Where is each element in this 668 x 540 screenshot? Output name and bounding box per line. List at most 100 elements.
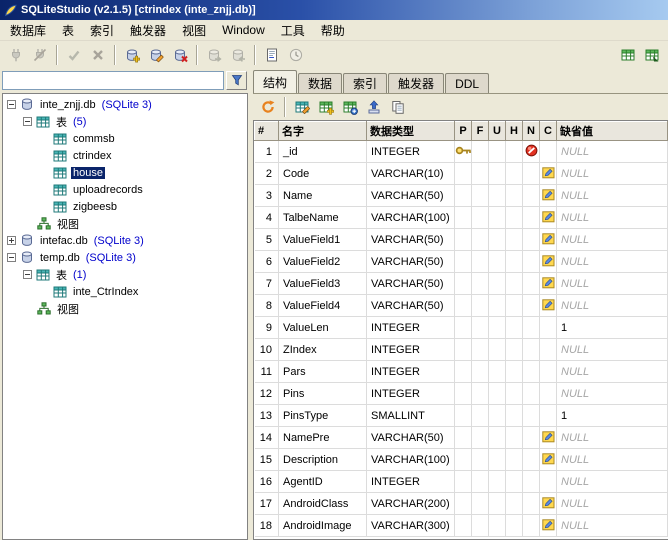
notnull-cell[interactable] <box>523 405 540 427</box>
menu-item-0[interactable]: 数据库 <box>2 19 54 42</box>
unique-cell[interactable] <box>489 383 506 405</box>
pk-cell[interactable] <box>455 405 472 427</box>
default-value-cell[interactable]: NULL <box>557 273 668 295</box>
tree-item-inte-ctrindex[interactable]: inte_CtrIndex <box>3 283 247 300</box>
column-name-cell[interactable]: Code <box>279 163 367 185</box>
check-cell[interactable] <box>506 339 523 361</box>
notnull-cell[interactable] <box>523 163 540 185</box>
tree-filter-input[interactable] <box>2 71 224 90</box>
pk-cell[interactable] <box>455 471 472 493</box>
check-cell[interactable] <box>506 427 523 449</box>
fk-cell[interactable] <box>472 317 489 339</box>
expand-icon[interactable] <box>7 236 16 245</box>
fk-cell[interactable] <box>472 449 489 471</box>
check-cell[interactable] <box>506 185 523 207</box>
tab-structure[interactable]: 结构 <box>253 70 297 93</box>
column-type-cell[interactable]: INTEGER <box>367 317 455 339</box>
fk-cell[interactable] <box>472 229 489 251</box>
collate-cell[interactable] <box>540 449 557 471</box>
collate-cell[interactable] <box>540 251 557 273</box>
collate-cell[interactable] <box>540 339 557 361</box>
fk-cell[interactable] <box>472 383 489 405</box>
notnull-cell[interactable] <box>523 317 540 339</box>
fk-cell[interactable] <box>472 141 489 163</box>
unique-cell[interactable] <box>489 185 506 207</box>
column-type-cell[interactable]: VARCHAR(50) <box>367 229 455 251</box>
filter-button[interactable] <box>226 71 247 90</box>
column-name-cell[interactable]: AndroidImage <box>279 515 367 537</box>
notnull-cell[interactable] <box>523 207 540 229</box>
default-value-cell[interactable]: NULL <box>557 339 668 361</box>
column-name-cell[interactable]: PinsType <box>279 405 367 427</box>
row-number-cell[interactable]: 11 <box>255 361 279 383</box>
row-number-cell[interactable]: 4 <box>255 207 279 229</box>
tree-item-zigbeesb[interactable]: zigbeesb <box>3 198 247 215</box>
tree-item-inte-znjj-db[interactable]: inte_znjj.db(SQLite 3) <box>3 96 247 113</box>
default-value-cell[interactable]: NULL <box>557 471 668 493</box>
check-cell[interactable] <box>506 273 523 295</box>
row-number-cell[interactable]: 8 <box>255 295 279 317</box>
default-value-cell[interactable]: 1 <box>557 405 668 427</box>
collate-cell[interactable] <box>540 141 557 163</box>
pk-cell[interactable] <box>455 339 472 361</box>
pk-cell[interactable] <box>455 163 472 185</box>
row-number-cell[interactable]: 1 <box>255 141 279 163</box>
row-number-cell[interactable]: 10 <box>255 339 279 361</box>
open-table-window-icon[interactable] <box>616 43 640 67</box>
check-cell[interactable] <box>506 295 523 317</box>
check-cell[interactable] <box>506 515 523 537</box>
collate-cell[interactable] <box>540 515 557 537</box>
unique-cell[interactable] <box>489 207 506 229</box>
default-value-cell[interactable]: NULL <box>557 295 668 317</box>
column-name-cell[interactable]: AgentID <box>279 471 367 493</box>
column-type-cell[interactable]: INTEGER <box>367 471 455 493</box>
default-value-cell[interactable]: NULL <box>557 163 668 185</box>
collapse-icon[interactable] <box>7 100 16 109</box>
notnull-cell[interactable] <box>523 295 540 317</box>
unique-cell[interactable] <box>489 229 506 251</box>
pk-cell[interactable] <box>455 493 472 515</box>
row-number-cell[interactable]: 3 <box>255 185 279 207</box>
unique-cell[interactable] <box>489 339 506 361</box>
row-number-cell[interactable]: 18 <box>255 515 279 537</box>
column-name-cell[interactable]: Name <box>279 185 367 207</box>
unique-cell[interactable] <box>489 405 506 427</box>
menu-item-7[interactable]: 帮助 <box>313 19 353 42</box>
notnull-cell[interactable] <box>523 141 540 163</box>
collate-cell[interactable] <box>540 405 557 427</box>
check-cell[interactable] <box>506 163 523 185</box>
notnull-cell[interactable] <box>523 515 540 537</box>
fk-cell[interactable] <box>472 515 489 537</box>
notnull-cell[interactable] <box>523 449 540 471</box>
tab-ddl[interactable]: DDL <box>445 73 489 93</box>
check-cell[interactable] <box>506 471 523 493</box>
column-name-cell[interactable]: ValueField1 <box>279 229 367 251</box>
column-name-cell[interactable]: ValueLen <box>279 317 367 339</box>
column-type-cell[interactable]: SMALLINT <box>367 405 455 427</box>
row-number-cell[interactable]: 9 <box>255 317 279 339</box>
collate-cell[interactable] <box>540 361 557 383</box>
fk-cell[interactable] <box>472 185 489 207</box>
tree-item-tables-temp[interactable]: 表(1) <box>3 266 247 283</box>
fk-cell[interactable] <box>472 163 489 185</box>
execute-sql-window-icon[interactable] <box>640 43 664 67</box>
check-cell[interactable] <box>506 251 523 273</box>
notnull-cell[interactable] <box>523 361 540 383</box>
menu-item-2[interactable]: 索引 <box>82 19 122 42</box>
default-value-cell[interactable]: NULL <box>557 229 668 251</box>
collapse-icon[interactable] <box>23 270 32 279</box>
pk-cell[interactable] <box>455 273 472 295</box>
unique-cell[interactable] <box>489 515 506 537</box>
fk-cell[interactable] <box>472 207 489 229</box>
column-name-cell[interactable]: NamePre <box>279 427 367 449</box>
column-name-cell[interactable]: Pins <box>279 383 367 405</box>
column-type-cell[interactable]: INTEGER <box>367 383 455 405</box>
pk-cell[interactable] <box>455 515 472 537</box>
row-number-cell[interactable]: 15 <box>255 449 279 471</box>
pk-cell[interactable] <box>455 361 472 383</box>
column-type-cell[interactable]: VARCHAR(200) <box>367 493 455 515</box>
row-number-cell[interactable]: 5 <box>255 229 279 251</box>
row-number-cell[interactable]: 2 <box>255 163 279 185</box>
unique-cell[interactable] <box>489 141 506 163</box>
fk-cell[interactable] <box>472 405 489 427</box>
